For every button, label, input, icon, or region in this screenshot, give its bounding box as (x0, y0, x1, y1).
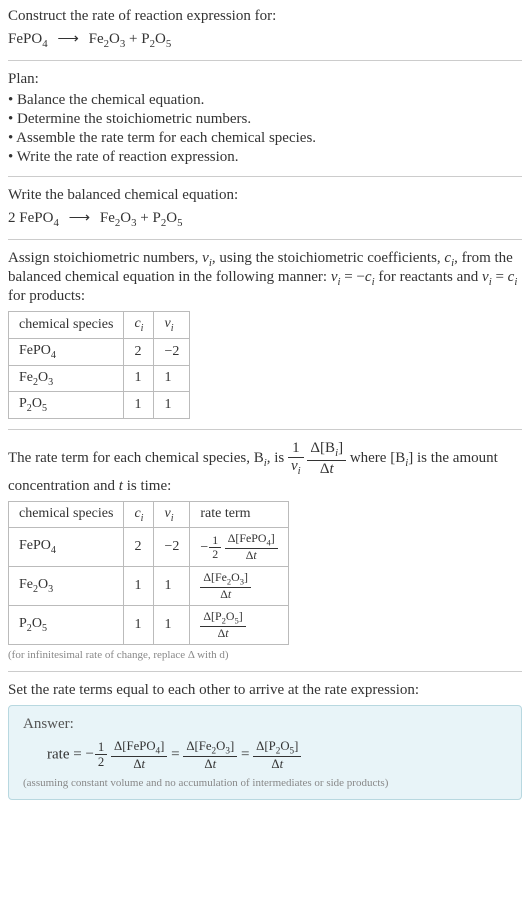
answer-box: Answer: rate = −12 Δ[FePO4]Δt = Δ[Fe2O3]… (8, 705, 522, 800)
table-cell: FePO4 (9, 338, 124, 365)
text-fragment: where (350, 450, 390, 466)
table-cell: P2O5 (9, 606, 124, 645)
table-header-row: chemical species ci νi rate term (9, 501, 289, 528)
plan-bullet: • Write the rate of reaction expression. (8, 149, 522, 166)
fraction: 12 (95, 740, 107, 769)
balanced-section: Write the balanced chemical equation: 2 … (8, 187, 522, 229)
rateterm-table: chemical species ci νi rate term FePO4 2… (8, 501, 289, 645)
table-cell: −12 Δ[FePO4]Δt (190, 528, 288, 567)
fraction: 12 (209, 534, 221, 561)
table-cell: −2 (154, 338, 190, 365)
fraction: 1νi (288, 440, 304, 477)
plan-bullet: • Determine the stoichiometric numbers. (8, 111, 522, 128)
assign-text: Assign stoichiometric numbers, νi, using… (8, 250, 522, 305)
divider (8, 671, 522, 672)
table-cell: Δ[Fe2O3]Δt (190, 567, 288, 606)
text-fragment: for reactants and (375, 269, 482, 285)
fraction: Δ[Bi]Δt (307, 440, 346, 477)
fraction: Δ[P2O5]Δt (253, 739, 301, 771)
table-cell: 1 (154, 392, 190, 419)
table-cell: 1 (154, 365, 190, 392)
table-cell: Δ[P2O5]Δt (190, 606, 288, 645)
fraction: Δ[Fe2O3]Δt (200, 571, 251, 601)
table-row: FePO4 2 −2 (9, 338, 190, 365)
divider (8, 239, 522, 240)
answer-label: Answer: (23, 716, 507, 733)
fraction: Δ[Fe2O3]Δt (183, 739, 237, 771)
table-row: Fe2O3 1 1 (9, 365, 190, 392)
balanced-equation: 2 FePO4 ⟶ Fe2O3 + P2O5 (8, 208, 522, 229)
table-cell: 1 (124, 365, 154, 392)
unbalanced-equation: FePO4 ⟶ Fe2O3 + P2O5 (8, 29, 522, 50)
answer-note: (assuming constant volume and no accumul… (23, 777, 507, 789)
table-cell: Fe2O3 (9, 365, 124, 392)
table-header-row: chemical species ci νi (9, 312, 190, 339)
table-row: Fe2O3 1 1 Δ[Fe2O3]Δt (9, 567, 289, 606)
plan-bullet: • Balance the chemical equation. (8, 92, 522, 109)
table-header: ci (124, 312, 154, 339)
rate-expression: rate = −12 Δ[FePO4]Δt = Δ[Fe2O3]Δt = Δ[P… (47, 739, 507, 771)
footnote: (for infinitesimal rate of change, repla… (8, 649, 522, 661)
rateterm-section: The rate term for each chemical species,… (8, 440, 522, 661)
setequal-text: Set the rate terms equal to each other t… (8, 682, 522, 699)
divider (8, 176, 522, 177)
fraction: Δ[FePO4]Δt (225, 532, 278, 562)
table-cell: 1 (124, 567, 154, 606)
rate-label: rate = (47, 746, 85, 762)
table-header: νi (154, 312, 190, 339)
fraction: Δ[P2O5]Δt (200, 610, 245, 640)
balanced-heading: Write the balanced chemical equation: (8, 187, 522, 204)
table-header: chemical species (9, 312, 124, 339)
table-cell: −2 (154, 528, 190, 567)
intro-section: Construct the rate of reaction expressio… (8, 8, 522, 50)
table-header: νi (154, 501, 190, 528)
stoichiometry-table: chemical species ci νi FePO4 2 −2 Fe2O3 … (8, 311, 190, 419)
intro-text: Construct the rate of reaction expressio… (8, 8, 522, 25)
table-row: FePO4 2 −2 −12 Δ[FePO4]Δt (9, 528, 289, 567)
setequal-section: Set the rate terms equal to each other t… (8, 682, 522, 800)
table-cell: FePO4 (9, 528, 124, 567)
plan-bullets: • Balance the chemical equation. • Deter… (8, 92, 522, 166)
divider (8, 60, 522, 61)
table-row: P2O5 1 1 (9, 392, 190, 419)
table-header: rate term (190, 501, 288, 528)
text-fragment: Assign stoichiometric numbers, (8, 250, 202, 266)
table-cell: 2 (124, 528, 154, 567)
text-fragment: , is (267, 450, 288, 466)
text-fragment: The rate term for each chemical species, (8, 450, 254, 466)
table-header: ci (124, 501, 154, 528)
text-fragment: is time: (123, 478, 171, 494)
table-cell: 1 (154, 567, 190, 606)
rateterm-text: The rate term for each chemical species,… (8, 440, 522, 494)
plan-bullet: • Assemble the rate term for each chemic… (8, 130, 522, 147)
table-cell: 1 (154, 606, 190, 645)
plan-heading: Plan: (8, 71, 522, 88)
plan-section: Plan: • Balance the chemical equation. •… (8, 71, 522, 166)
text-fragment: , using the stoichiometric coefficients, (212, 250, 445, 266)
table-cell: 1 (124, 606, 154, 645)
divider (8, 429, 522, 430)
table-cell: 1 (124, 392, 154, 419)
table-cell: P2O5 (9, 392, 124, 419)
fraction: Δ[FePO4]Δt (111, 739, 167, 771)
table-cell: 2 (124, 338, 154, 365)
table-header: chemical species (9, 501, 124, 528)
text-fragment: for products: (8, 288, 85, 304)
table-row: P2O5 1 1 Δ[P2O5]Δt (9, 606, 289, 645)
table-cell: Fe2O3 (9, 567, 124, 606)
assign-section: Assign stoichiometric numbers, νi , using… (8, 250, 522, 419)
